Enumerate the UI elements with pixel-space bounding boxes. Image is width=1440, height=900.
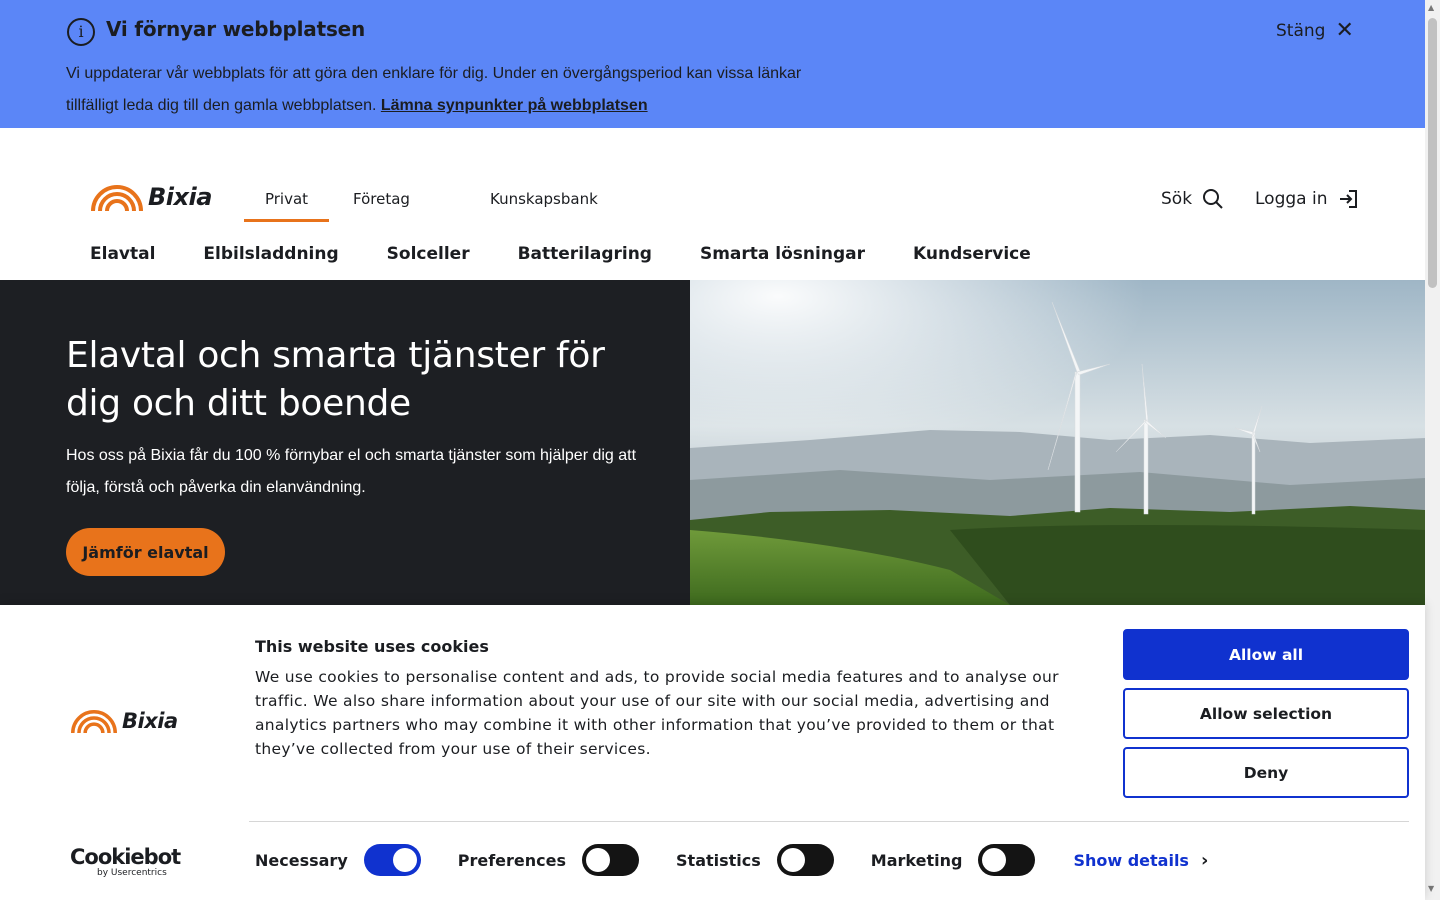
nav-item-batterilagring[interactable]: Batterilagring	[518, 244, 652, 264]
banner-close-button[interactable]: Stäng ✕	[1276, 20, 1354, 42]
segment-kunskapsbank[interactable]: Kunskapsbank	[490, 190, 598, 208]
toggle-label-preferences: Preferences	[457, 850, 567, 870]
banner-title: Vi förnyar webbplatsen	[106, 17, 366, 41]
switch-knob	[982, 848, 1007, 872]
scroll-up-arrow-icon[interactable]: ▲	[1428, 3, 1434, 12]
main-navigation: Elavtal Elbilsladdning Solceller Batteri…	[90, 244, 1031, 264]
preferences-switch[interactable]	[582, 844, 640, 876]
bixia-arc-icon	[91, 185, 143, 211]
active-segment-indicator	[244, 219, 329, 222]
consent-toggles: Necessary Preferences Statistics Marketi…	[255, 844, 1208, 876]
page: i Vi förnyar webbplatsen Vi uppdaterar v…	[0, 0, 1440, 900]
necessary-switch[interactable]	[363, 844, 421, 876]
toggle-label-marketing: Marketing	[870, 850, 963, 870]
search-button[interactable]: Sök	[1161, 188, 1224, 210]
cookie-text: We use cookies to personalise content an…	[255, 668, 1059, 758]
login-icon	[1340, 190, 1358, 208]
info-banner: i Vi förnyar webbplatsen Vi uppdaterar v…	[0, 0, 1425, 128]
segment-privat[interactable]: Privat	[244, 190, 329, 208]
hero-panel: Elavtal och smarta tjänster för dig och …	[0, 280, 690, 605]
feedback-link[interactable]: Lämna synpunkter på webbplatsen	[381, 97, 648, 114]
cookiebot-byline: by Usercentrics	[97, 868, 167, 878]
scrollbar-thumb[interactable]	[1428, 18, 1437, 288]
close-label: Stäng	[1276, 21, 1326, 41]
search-icon	[1203, 189, 1223, 209]
show-details-label: Show details	[1073, 850, 1189, 870]
cookie-bixia-logo: Bixia	[70, 709, 178, 733]
statistics-switch[interactable]	[776, 844, 834, 876]
login-label: Logga in	[1255, 189, 1328, 209]
cookie-divider	[249, 821, 1409, 822]
toggle-preferences: Preferences	[457, 844, 640, 876]
cookie-logo-text: Bixia	[122, 709, 178, 733]
cookie-title: This website uses cookies	[255, 637, 489, 656]
toggle-statistics: Statistics	[676, 844, 834, 876]
chevron-right-icon: ›	[1200, 849, 1209, 871]
show-details-link[interactable]: Show details ›	[1073, 850, 1208, 871]
logo-text: Bixia	[148, 183, 212, 211]
cookie-consent-dialog: Bixia This website uses cookies We use c…	[0, 605, 1425, 900]
switch-knob	[586, 848, 611, 872]
nav-item-elavtal[interactable]: Elavtal	[90, 244, 155, 264]
switch-knob	[780, 848, 805, 872]
nav-item-elbilsladdning[interactable]: Elbilsladdning	[203, 244, 338, 264]
compare-contracts-button[interactable]: Jämför elavtal	[66, 528, 225, 576]
nav-item-smarta-losningar[interactable]: Smarta lösningar	[700, 244, 865, 264]
toggle-marketing: Marketing	[871, 844, 1036, 876]
wind-turbine-landscape-image	[690, 280, 1425, 605]
nav-item-kundservice[interactable]: Kundservice	[913, 244, 1031, 264]
hero-text: Hos oss på Bixia får du 100 % förnybar e…	[66, 447, 637, 496]
cookiebot-wordmark: Cookiebot	[70, 845, 181, 869]
switch-knob	[392, 848, 417, 872]
cookiebot-logo: Cookiebot by Usercentrics	[70, 845, 181, 879]
scroll-down-arrow-icon[interactable]: ▼	[1428, 884, 1434, 893]
search-label: Sök	[1161, 189, 1193, 209]
nav-item-solceller[interactable]: Solceller	[387, 244, 470, 264]
segment-foretag[interactable]: Företag	[353, 190, 410, 208]
allow-selection-button[interactable]: Allow selection	[1123, 688, 1409, 739]
login-button[interactable]: Logga in	[1255, 188, 1359, 210]
toggle-label-necessary: Necessary	[255, 850, 348, 870]
info-icon: i	[67, 18, 95, 46]
deny-button[interactable]: Deny	[1123, 747, 1409, 798]
banner-text-block: Vi uppdaterar vår webbplats för att göra…	[66, 58, 826, 122]
toggle-label-statistics: Statistics	[676, 850, 761, 870]
allow-all-button[interactable]: Allow all	[1123, 629, 1409, 680]
close-icon: ✕	[1335, 18, 1354, 43]
bixia-logo[interactable]: Bixia	[90, 183, 212, 211]
bixia-arc-icon	[71, 710, 117, 733]
page-scrollbar[interactable]: ▲ ▼	[1425, 0, 1440, 900]
marketing-switch[interactable]	[978, 844, 1036, 876]
toggle-necessary: Necessary	[255, 844, 421, 876]
hero-title: Elavtal och smarta tjänster för dig och …	[66, 335, 605, 424]
